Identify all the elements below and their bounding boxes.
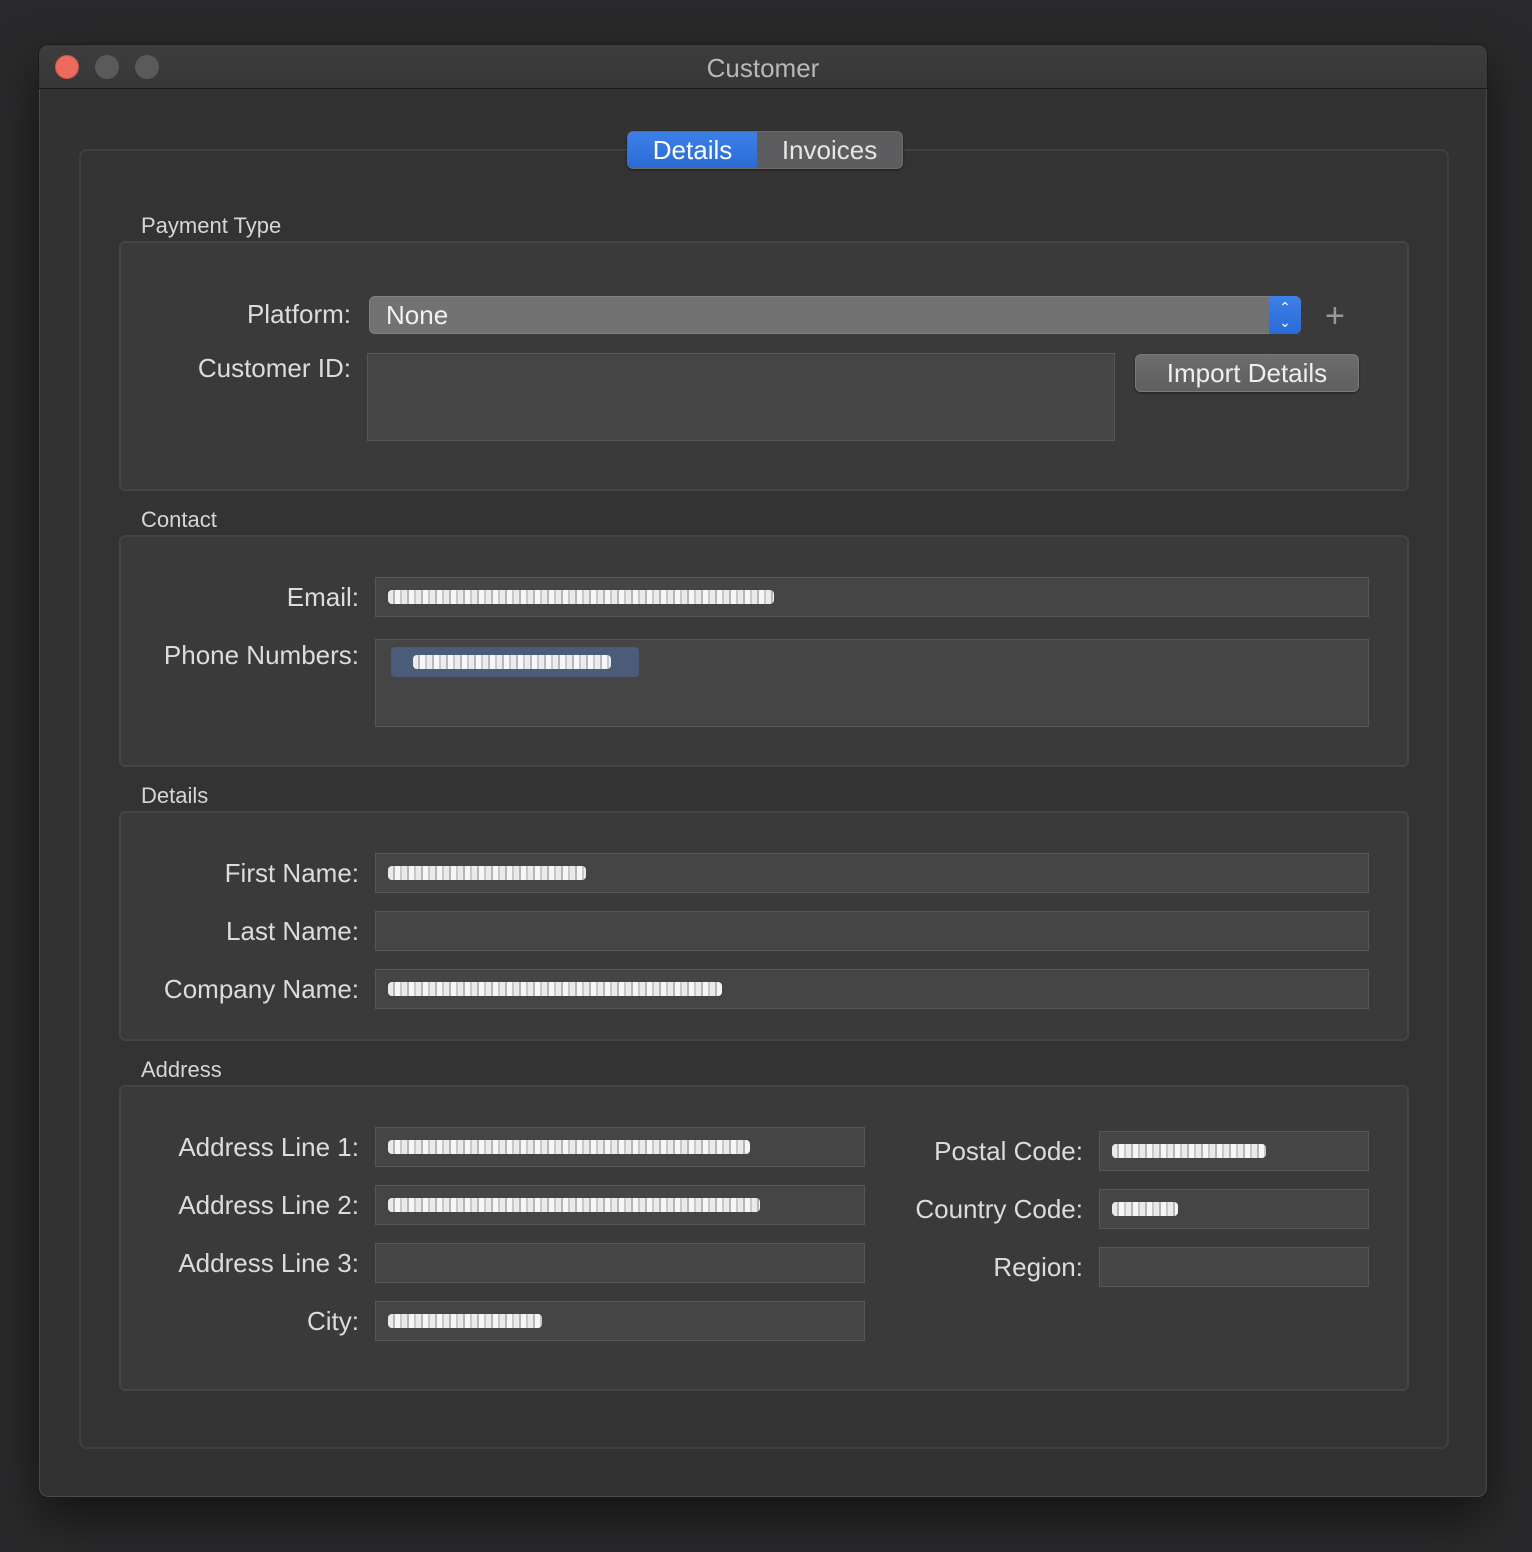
city-label: City: xyxy=(307,1306,359,1336)
tab-invoices[interactable]: Invoices xyxy=(757,132,902,168)
address-line-1-field[interactable] xyxy=(375,1127,865,1167)
address-line-3-field[interactable] xyxy=(375,1243,865,1283)
popup-stepper-icon: ⌃ ⌄ xyxy=(1269,296,1301,334)
address-group-label: Address xyxy=(141,1057,222,1082)
platform-label: Platform: xyxy=(246,299,351,329)
company-name-label: Company Name: xyxy=(163,974,359,1004)
first-name-field[interactable] xyxy=(375,853,1369,893)
platform-popup[interactable]: None ⌃ ⌄ xyxy=(369,296,1301,334)
customer-id-label: Customer ID: xyxy=(197,353,351,383)
address-line-2-label: Address Line 2: xyxy=(178,1190,359,1220)
country-code-label: Country Code: xyxy=(915,1194,1083,1224)
postal-code-label: Postal Code: xyxy=(934,1136,1083,1166)
country-code-field[interactable] xyxy=(1099,1189,1369,1229)
customer-window: Customer Details Invoices Payment Type P… xyxy=(38,44,1488,1498)
tab-bar: Details Invoices xyxy=(627,131,903,169)
city-field[interactable] xyxy=(375,1301,865,1341)
address-line-2-field[interactable] xyxy=(375,1185,865,1225)
add-platform-icon[interactable]: + xyxy=(1325,299,1345,333)
phone-number-token[interactable] xyxy=(391,647,639,677)
tab-details[interactable]: Details xyxy=(628,132,758,168)
address-line-1-label: Address Line 1: xyxy=(178,1132,359,1162)
first-name-label: First Name: xyxy=(224,858,359,888)
window-title: Customer xyxy=(706,53,820,83)
email-label: Email: xyxy=(286,582,359,612)
company-name-field[interactable] xyxy=(375,969,1369,1009)
import-details-button[interactable]: Import Details xyxy=(1135,354,1359,392)
platform-value: None xyxy=(386,299,449,330)
redacted-text xyxy=(388,982,722,996)
redacted-text xyxy=(388,1140,750,1154)
region-label: Region: xyxy=(993,1252,1083,1282)
redacted-text xyxy=(388,1314,542,1328)
region-field[interactable] xyxy=(1099,1247,1369,1287)
address-line-3-label: Address Line 3: xyxy=(178,1248,359,1278)
last-name-label: Last Name: xyxy=(226,916,359,946)
payment-type-group-label: Payment Type xyxy=(141,213,282,238)
redacted-text xyxy=(388,1198,760,1212)
redacted-text xyxy=(413,655,611,669)
titlebar: Customer xyxy=(39,45,1487,89)
customer-id-field[interactable] xyxy=(367,353,1115,441)
redacted-text xyxy=(388,590,774,604)
email-field[interactable] xyxy=(375,577,1369,617)
contact-group-label: Contact xyxy=(141,507,217,532)
last-name-field[interactable] xyxy=(375,911,1369,951)
redacted-text xyxy=(1112,1202,1178,1216)
redacted-text xyxy=(1112,1144,1266,1158)
postal-code-field[interactable] xyxy=(1099,1131,1369,1171)
phone-numbers-label: Phone Numbers: xyxy=(163,640,359,670)
details-group-label: Details xyxy=(141,783,209,808)
redacted-text xyxy=(388,866,586,880)
